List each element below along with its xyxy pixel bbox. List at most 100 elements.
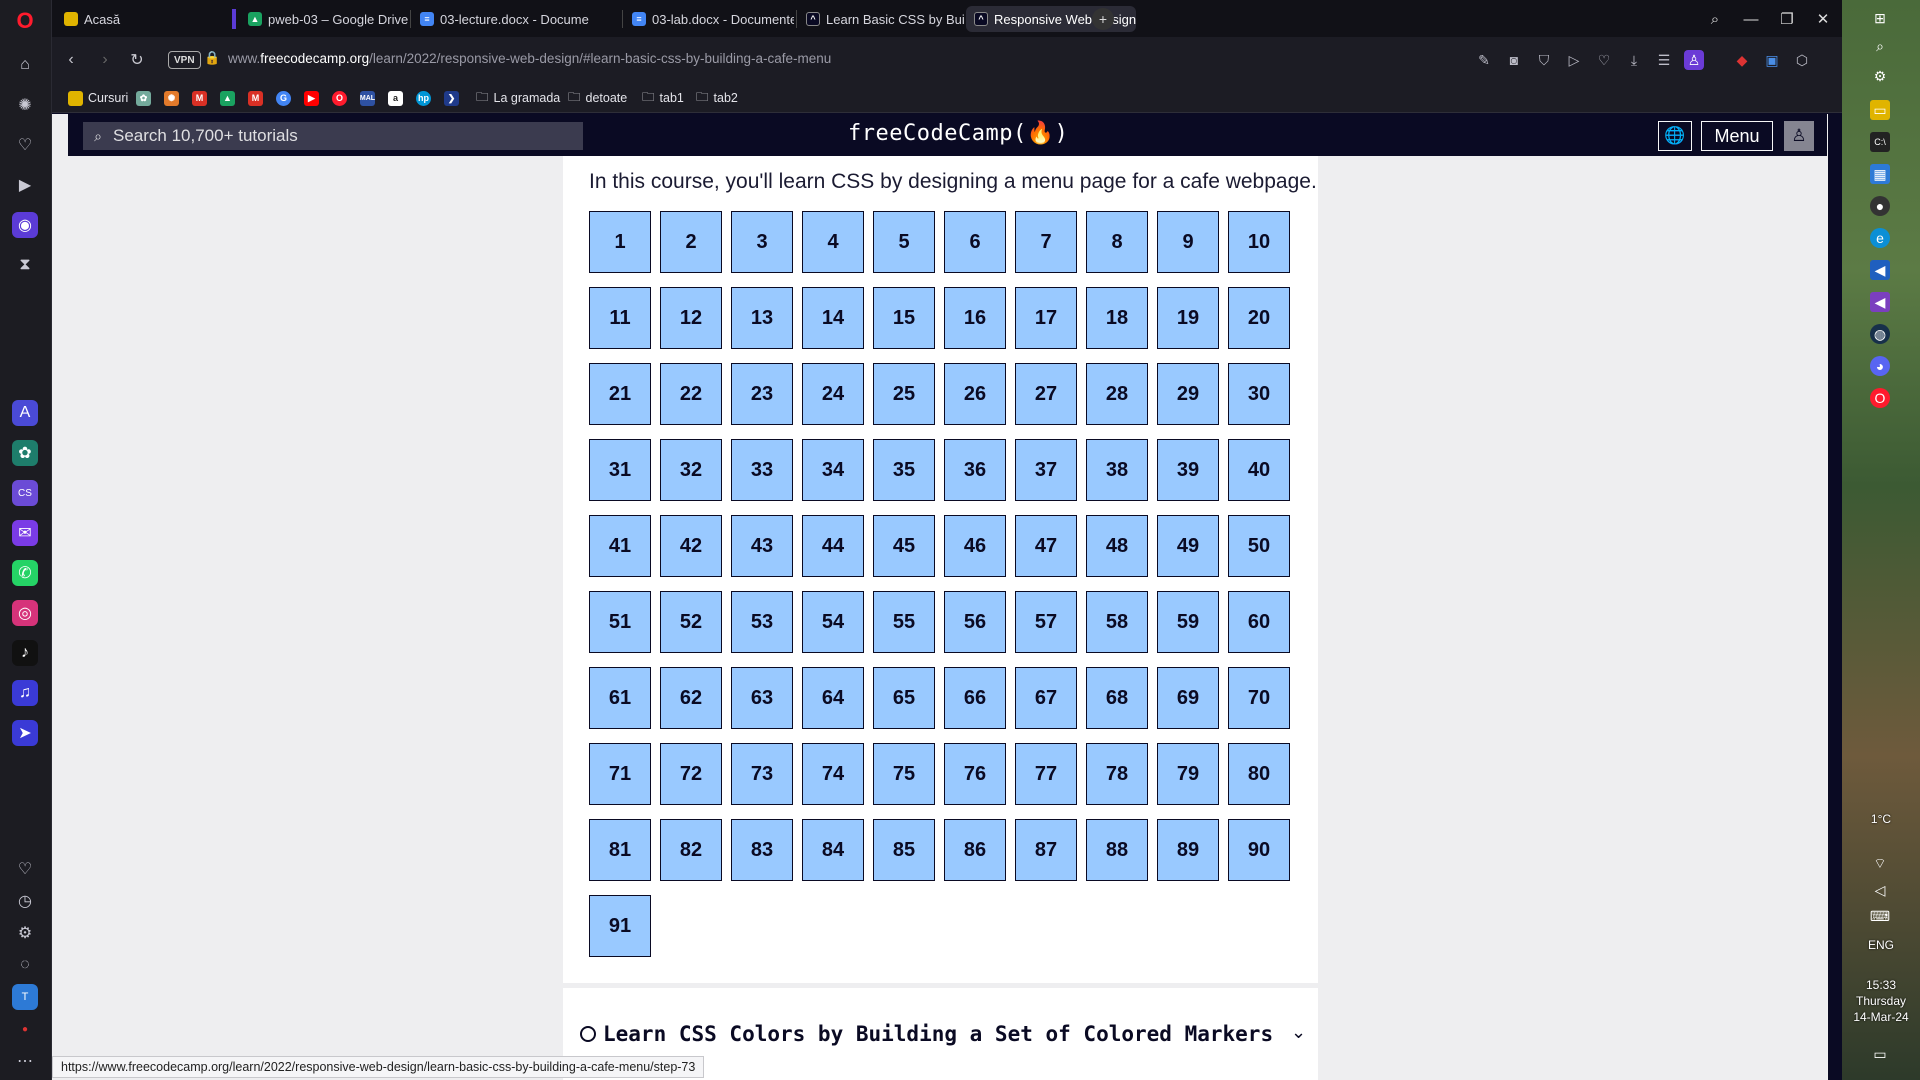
tab-lab-doc[interactable]: ≡ 03-lab.docx - Documente (624, 6, 794, 32)
extensions-cube-icon[interactable]: ⬡ (1792, 50, 1812, 70)
ublock-icon[interactable]: ● (12, 1016, 38, 1042)
step-button-69[interactable]: 69 (1157, 667, 1219, 729)
bookmark-opera[interactable]: O (332, 89, 347, 107)
step-button-22[interactable]: 22 (660, 363, 722, 425)
whatsapp-icon[interactable]: ✆ (12, 560, 38, 586)
search-tabs-icon[interactable]: ⌕ (1698, 6, 1732, 32)
step-button-48[interactable]: 48 (1086, 515, 1148, 577)
step-button-58[interactable]: 58 (1086, 591, 1148, 653)
step-button-89[interactable]: 89 (1157, 819, 1219, 881)
bookmark-gmail-2[interactable]: M (248, 89, 263, 107)
notifications-icon[interactable]: ▭ (1870, 1044, 1890, 1064)
step-button-15[interactable]: 15 (873, 287, 935, 349)
edit-icon[interactable]: ✎ (1474, 50, 1494, 70)
step-button-87[interactable]: 87 (1015, 819, 1077, 881)
heart-outline-icon[interactable]: ♡ (1594, 50, 1614, 70)
step-button-46[interactable]: 46 (944, 515, 1006, 577)
bookmark-powershell[interactable]: ❯ (444, 89, 459, 107)
step-button-12[interactable]: 12 (660, 287, 722, 349)
shield-icon[interactable]: ⛉ (1534, 50, 1554, 70)
step-button-28[interactable]: 28 (1086, 363, 1148, 425)
step-button-75[interactable]: 75 (873, 743, 935, 805)
tab-lecture-doc[interactable]: ≡ 03-lecture.docx - Docume (412, 6, 620, 32)
step-button-74[interactable]: 74 (802, 743, 864, 805)
visual-studio-icon[interactable]: ◀ (1870, 292, 1890, 312)
new-tab-button[interactable]: + (1092, 8, 1114, 30)
my-flow-icon[interactable]: ♡ (12, 132, 38, 158)
bookmark-flower[interactable]: ✺ (164, 89, 179, 107)
download-icon[interactable]: ⤓ (1624, 50, 1644, 70)
step-button-3[interactable]: 3 (731, 211, 793, 273)
step-button-61[interactable]: 61 (589, 667, 651, 729)
step-button-14[interactable]: 14 (802, 287, 864, 349)
step-button-37[interactable]: 37 (1015, 439, 1077, 501)
opera-taskbar-icon[interactable]: O (1870, 388, 1890, 408)
file-explorer-icon[interactable]: ▭ (1870, 100, 1890, 120)
step-button-18[interactable]: 18 (1086, 287, 1148, 349)
step-button-78[interactable]: 78 (1086, 743, 1148, 805)
step-button-26[interactable]: 26 (944, 363, 1006, 425)
step-button-67[interactable]: 67 (1015, 667, 1077, 729)
step-button-86[interactable]: 86 (944, 819, 1006, 881)
tab-acasa[interactable]: Acasă (56, 6, 216, 32)
bookmark-gmail[interactable]: M (192, 89, 207, 107)
forward-icon[interactable]: › (94, 49, 116, 71)
translate-icon[interactable]: T (12, 984, 38, 1010)
history-icon[interactable]: ◷ (12, 888, 38, 914)
easy-setup-icon[interactable]: ☰ (1654, 50, 1674, 70)
tiktok-icon[interactable]: ♪ (12, 640, 38, 666)
step-button-16[interactable]: 16 (944, 287, 1006, 349)
clock-day[interactable]: Thursday (1842, 994, 1920, 1008)
chatgpt-app-icon[interactable]: ✿ (12, 440, 38, 466)
fcc-logo[interactable]: freeCodeCamp(🔥) (848, 121, 1068, 146)
step-button-33[interactable]: 33 (731, 439, 793, 501)
step-button-45[interactable]: 45 (873, 515, 935, 577)
step-button-24[interactable]: 24 (802, 363, 864, 425)
step-button-19[interactable]: 19 (1157, 287, 1219, 349)
more-icon[interactable]: ⋯ (12, 1048, 38, 1074)
aria-app-icon[interactable]: A (12, 400, 38, 426)
step-button-54[interactable]: 54 (802, 591, 864, 653)
step-button-82[interactable]: 82 (660, 819, 722, 881)
send-icon[interactable]: ➤ (12, 720, 38, 746)
heart-icon[interactable]: ♡ (12, 856, 38, 882)
instagram-icon[interactable]: ◎ (12, 600, 38, 626)
step-button-41[interactable]: 41 (589, 515, 651, 577)
bookmark-tab2[interactable]: 🗀 tab2 (696, 89, 738, 107)
bookmark-mal[interactable]: MAL (360, 89, 375, 107)
step-button-91[interactable]: 91 (589, 895, 651, 957)
settings-icon[interactable]: ⚙ (12, 920, 38, 946)
language-globe-icon[interactable]: 🌐 (1658, 121, 1692, 151)
step-button-72[interactable]: 72 (660, 743, 722, 805)
step-button-30[interactable]: 30 (1228, 363, 1290, 425)
search-input[interactable]: ⌕ Search 10,700+ tutorials (83, 122, 583, 150)
step-button-55[interactable]: 55 (873, 591, 935, 653)
back-icon[interactable]: ‹ (60, 49, 82, 71)
step-button-38[interactable]: 38 (1086, 439, 1148, 501)
ai-icon[interactable]: ✺ (12, 92, 38, 118)
step-button-80[interactable]: 80 (1228, 743, 1290, 805)
step-button-90[interactable]: 90 (1228, 819, 1290, 881)
step-button-66[interactable]: 66 (944, 667, 1006, 729)
step-button-4[interactable]: 4 (802, 211, 864, 273)
volume-icon[interactable]: ◁ (1870, 880, 1890, 900)
step-button-21[interactable]: 21 (589, 363, 651, 425)
player-icon[interactable]: ▶ (12, 172, 38, 198)
step-button-73[interactable]: 73 (731, 743, 793, 805)
messenger-icon[interactable]: ✉ (12, 520, 38, 546)
step-button-27[interactable]: 27 (1015, 363, 1077, 425)
step-button-71[interactable]: 71 (589, 743, 651, 805)
url-field[interactable]: www.freecodecamp.org/learn/2022/responsi… (228, 51, 831, 66)
bookmark-drive[interactable]: ▲ (220, 89, 235, 107)
step-button-8[interactable]: 8 (1086, 211, 1148, 273)
step-button-65[interactable]: 65 (873, 667, 935, 729)
step-button-83[interactable]: 83 (731, 819, 793, 881)
step-button-63[interactable]: 63 (731, 667, 793, 729)
step-button-9[interactable]: 9 (1157, 211, 1219, 273)
calculator-icon[interactable]: ▦ (1870, 164, 1890, 184)
step-button-68[interactable]: 68 (1086, 667, 1148, 729)
weather-text[interactable]: 1°C (1842, 812, 1920, 826)
step-button-31[interactable]: 31 (589, 439, 651, 501)
bookmark-tab1[interactable]: 🗀 tab1 (642, 89, 684, 107)
bookmark-chatgpt[interactable]: ✿ (136, 89, 151, 107)
